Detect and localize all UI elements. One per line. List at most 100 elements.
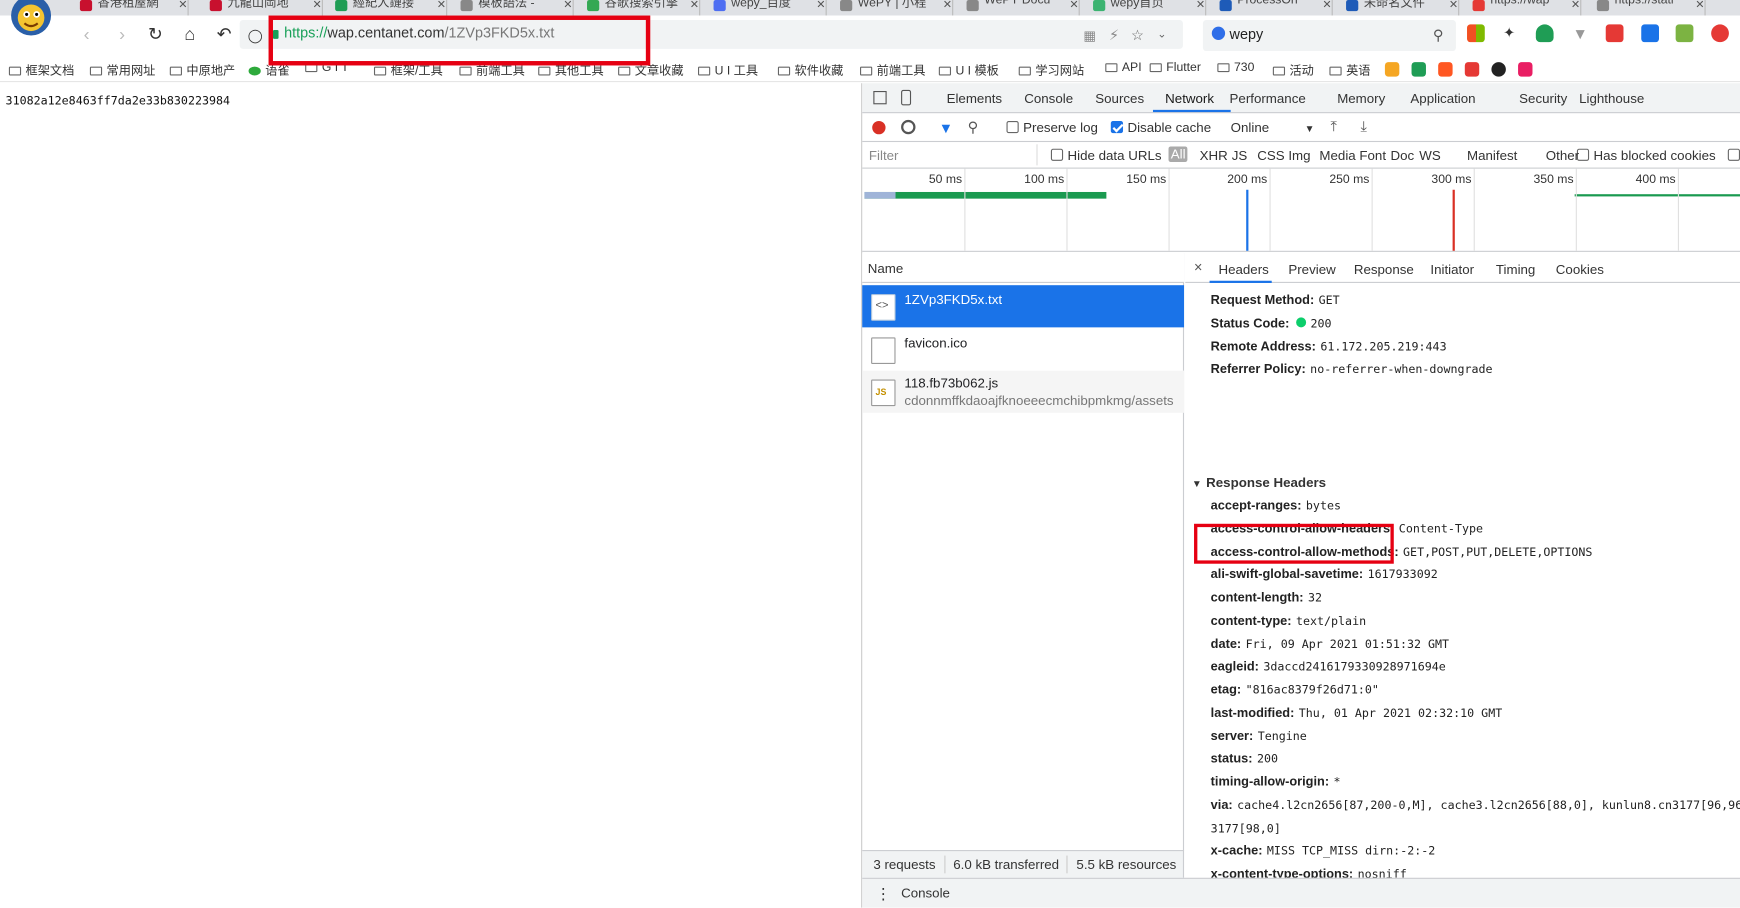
- grid-red-ext-icon[interactable]: [1464, 62, 1480, 77]
- forward-icon[interactable]: ›: [111, 24, 133, 46]
- tab-close-icon[interactable]: ✕: [1196, 0, 1205, 11]
- pro-ext-icon[interactable]: [1711, 24, 1729, 43]
- search-icon-devtools[interactable]: ⚲: [968, 119, 979, 137]
- browser-tab[interactable]: wepy_百度 ✕: [711, 0, 827, 16]
- disable-cache-checkbox[interactable]: Disable cache: [1110, 120, 1211, 135]
- bookmark-item[interactable]: 中原地产: [169, 61, 235, 79]
- hide-data-urls-checkbox[interactable]: Hide data URLs: [1050, 148, 1162, 163]
- bookmark-item[interactable]: 活动: [1272, 61, 1314, 79]
- tab-close-icon[interactable]: ✕: [943, 0, 952, 11]
- tab-close-icon[interactable]: ✕: [1322, 0, 1331, 11]
- bookmark-item[interactable]: API: [1105, 61, 1142, 74]
- devtools-tab-lighthouse[interactable]: Lighthouse: [1579, 91, 1644, 107]
- tab-close-icon[interactable]: ✕: [816, 0, 825, 11]
- undo-icon[interactable]: ↶: [213, 24, 235, 46]
- browser-tab[interactable]: 谷歌搜索引擎 ✕: [585, 0, 701, 16]
- detail-tab-response[interactable]: Response: [1354, 262, 1414, 278]
- filter-icon[interactable]: ▼: [939, 120, 953, 137]
- browser-tab[interactable]: 香港租屋網 ✕: [78, 0, 189, 16]
- bookmark-item[interactable]: 前端工具: [860, 61, 925, 79]
- devtools-tab-application[interactable]: Application: [1410, 91, 1475, 107]
- request-row[interactable]: favicon.ico: [862, 328, 1184, 370]
- reload-icon[interactable]: ↻: [144, 24, 166, 46]
- drawer-tab-console[interactable]: Console: [901, 886, 950, 902]
- browser-tab[interactable]: https://wap ✕: [1470, 0, 1582, 16]
- request-list-header[interactable]: Name: [862, 253, 1185, 283]
- bookmark-item[interactable]: U I 模板: [938, 61, 999, 79]
- detail-tab-initiator[interactable]: Initiator: [1430, 262, 1474, 278]
- filter-type-all[interactable]: All: [1168, 146, 1188, 163]
- fe-ext-icon[interactable]: [1605, 24, 1624, 43]
- grid-ext-icon[interactable]: [1675, 24, 1694, 43]
- filter-type-doc[interactable]: Doc: [1390, 148, 1414, 164]
- bookmark-item[interactable]: 常用网址: [89, 61, 155, 79]
- clear-icon[interactable]: [901, 119, 916, 135]
- bookmark-item[interactable]: Flutter: [1149, 61, 1201, 74]
- filter-type-js[interactable]: JS: [1232, 148, 1248, 164]
- devtools-tab-elements[interactable]: Elements: [947, 91, 1003, 107]
- browser-tab[interactable]: wepy首页 ✕: [1091, 0, 1207, 16]
- request-row[interactable]: JS 118.fb73b062.js cdonnmffkdaoajfknoeee…: [862, 370, 1185, 413]
- detail-tab-preview[interactable]: Preview: [1288, 262, 1335, 278]
- browser-tab[interactable]: WePY | 小程 ✕: [838, 0, 954, 16]
- search-query[interactable]: wepy: [1230, 26, 1264, 43]
- tab-close-icon[interactable]: ✕: [1069, 0, 1078, 11]
- browser-tab[interactable]: 模板語法 - ✕: [458, 0, 574, 16]
- browser-tab[interactable]: 九龍山岡地 ✕: [208, 0, 323, 16]
- bookmark-item[interactable]: U I 工具: [698, 61, 758, 79]
- detail-tab-cookies[interactable]: Cookies: [1556, 262, 1604, 278]
- close-icon[interactable]: ×: [1194, 259, 1202, 276]
- filter-type-ws[interactable]: WS: [1419, 148, 1440, 164]
- browser-tab[interactable]: 經紀人鏈接 ✕: [333, 0, 448, 16]
- tab-close-icon[interactable]: ✕: [1449, 0, 1458, 11]
- shield-icon[interactable]: ◯: [244, 24, 266, 46]
- devtools-tab-console[interactable]: Console: [1024, 91, 1073, 107]
- arrow-ext-icon[interactable]: [1518, 62, 1533, 77]
- inspect-icon[interactable]: [873, 90, 887, 105]
- browser-tab[interactable]: https://stati ✕: [1595, 0, 1706, 16]
- request-row[interactable]: <> 1ZVp3FKD5x.txt: [862, 285, 1185, 328]
- windows-ext-icon[interactable]: [1467, 24, 1485, 43]
- tab-close-icon[interactable]: ✕: [437, 0, 446, 11]
- bookmark-item[interactable]: 英语: [1329, 61, 1370, 79]
- star-icon[interactable]: ☆: [1126, 24, 1148, 46]
- drawer-menu-icon[interactable]: ⋮: [876, 884, 892, 903]
- lightning-icon[interactable]: ⚡: [1103, 24, 1125, 46]
- filter-type-css[interactable]: CSS: [1257, 148, 1284, 164]
- wand-ext-icon[interactable]: ✦: [1500, 24, 1519, 43]
- preserve-log-checkbox[interactable]: Preserve log: [1006, 120, 1098, 135]
- filter-type-manifest[interactable]: Manifest: [1467, 148, 1517, 164]
- search-icon[interactable]: ⚲: [1427, 24, 1449, 46]
- firefox-ext-icon[interactable]: [1384, 62, 1400, 77]
- tab-close-icon[interactable]: ✕: [178, 0, 187, 11]
- filter-type-media[interactable]: Media: [1319, 148, 1355, 164]
- browser-tab[interactable]: WePY Docu ✕: [964, 0, 1080, 16]
- qr-icon[interactable]: ▦: [1079, 24, 1101, 46]
- bookmark-item[interactable]: 软件收藏: [777, 61, 843, 79]
- devtools-tab-network[interactable]: Network: [1165, 91, 1214, 107]
- x-ext-icon[interactable]: [1438, 62, 1453, 77]
- tab-close-icon[interactable]: ✕: [313, 0, 322, 11]
- bookmark-item[interactable]: 730: [1217, 61, 1254, 74]
- response-headers-section[interactable]: ▼ Response Headers: [1192, 475, 1326, 491]
- tab-close-icon[interactable]: ✕: [690, 0, 699, 11]
- filter-type-font[interactable]: Font: [1359, 148, 1386, 164]
- bookmark-item[interactable]: 学习网站: [1018, 61, 1084, 79]
- pocket-ext-icon[interactable]: [1641, 24, 1660, 43]
- tab-close-icon[interactable]: ✕: [563, 0, 572, 11]
- devtools-tab-memory[interactable]: Memory: [1337, 91, 1385, 107]
- blocked-requests-checkbox[interactable]: [1727, 148, 1740, 161]
- devtools-tab-sources[interactable]: Sources: [1095, 91, 1144, 107]
- home-icon[interactable]: ⌂: [179, 24, 201, 46]
- detail-tab-headers[interactable]: Headers: [1218, 262, 1268, 278]
- devtools-tab-performance[interactable]: Performance: [1230, 91, 1306, 107]
- filter-type-other[interactable]: Other: [1546, 148, 1579, 164]
- browser-tab[interactable]: 未命名文件 ✕: [1344, 0, 1460, 16]
- import-har-icon[interactable]: ⤒: [1331, 118, 1337, 136]
- browser-tab[interactable]: ProcessOn ✕: [1217, 0, 1333, 16]
- shield-ext-icon[interactable]: [1535, 24, 1554, 43]
- leaf-ext-icon[interactable]: [1411, 62, 1426, 77]
- throttle-select[interactable]: Online ▼: [1231, 120, 1315, 136]
- record-icon[interactable]: [872, 120, 886, 135]
- v-ext-icon[interactable]: ▼: [1571, 24, 1590, 43]
